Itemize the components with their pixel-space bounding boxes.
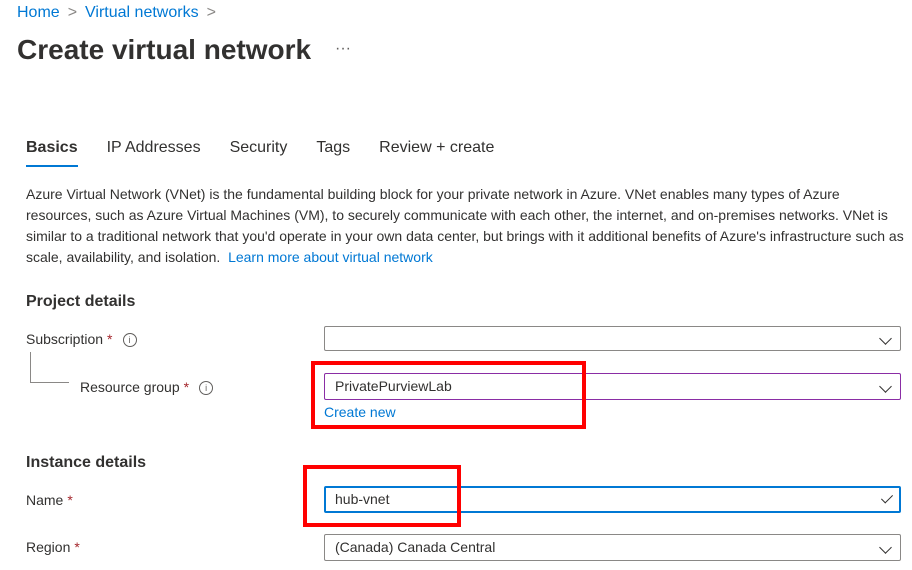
region-label-text: Region xyxy=(26,539,71,555)
name-label-text: Name xyxy=(26,492,64,508)
more-options-button[interactable]: ··· xyxy=(335,40,351,58)
info-icon[interactable]: i xyxy=(199,381,214,395)
breadcrumb-home[interactable]: Home xyxy=(17,4,60,21)
resource-group-label-text: Resource group xyxy=(80,379,180,395)
tab-tags[interactable]: Tags xyxy=(316,139,350,167)
required-marker: * xyxy=(183,379,190,395)
required-marker: * xyxy=(107,331,113,347)
chevron-right-icon: > xyxy=(206,4,216,21)
chevron-down-icon xyxy=(879,541,892,554)
subscription-label-text: Subscription xyxy=(26,331,104,347)
tab-bar: Basics IP Addresses Security Tags Review… xyxy=(26,139,523,167)
project-details-heading: Project details xyxy=(26,293,136,310)
subscription-label: Subscription * i xyxy=(26,331,137,347)
region-value: (Canada) Canada Central xyxy=(335,539,496,555)
highlight-box xyxy=(303,465,461,527)
subscription-dropdown[interactable] xyxy=(324,326,901,351)
page-title: Create virtual network xyxy=(17,34,312,65)
chevron-down-icon xyxy=(879,332,892,345)
region-dropdown[interactable]: (Canada) Canada Central xyxy=(324,534,901,561)
breadcrumb-virtual-networks[interactable]: Virtual networks xyxy=(85,4,199,21)
region-label: Region * xyxy=(26,539,80,555)
tab-ip-addresses[interactable]: IP Addresses xyxy=(107,139,201,167)
chevron-down-icon xyxy=(879,380,892,393)
learn-more-link[interactable]: Learn more about virtual network xyxy=(228,249,433,265)
resource-group-label: Resource group * i xyxy=(80,379,214,395)
name-label: Name * xyxy=(26,492,73,508)
breadcrumb: Home > Virtual networks > xyxy=(17,4,224,22)
instance-details-heading: Instance details xyxy=(26,454,147,471)
highlight-box xyxy=(311,361,586,429)
tab-security[interactable]: Security xyxy=(230,139,288,167)
info-icon[interactable]: i xyxy=(122,333,137,347)
tree-connector xyxy=(30,352,69,383)
checkmark-icon xyxy=(880,491,894,504)
required-marker: * xyxy=(67,492,73,508)
tab-basics[interactable]: Basics xyxy=(26,139,78,167)
description: Azure Virtual Network (VNet) is the fund… xyxy=(26,184,906,268)
required-marker: * xyxy=(74,539,80,555)
chevron-right-icon: > xyxy=(67,4,78,21)
tab-review-create[interactable]: Review + create xyxy=(379,139,494,167)
description-text: Azure Virtual Network (VNet) is the fund… xyxy=(26,186,904,265)
